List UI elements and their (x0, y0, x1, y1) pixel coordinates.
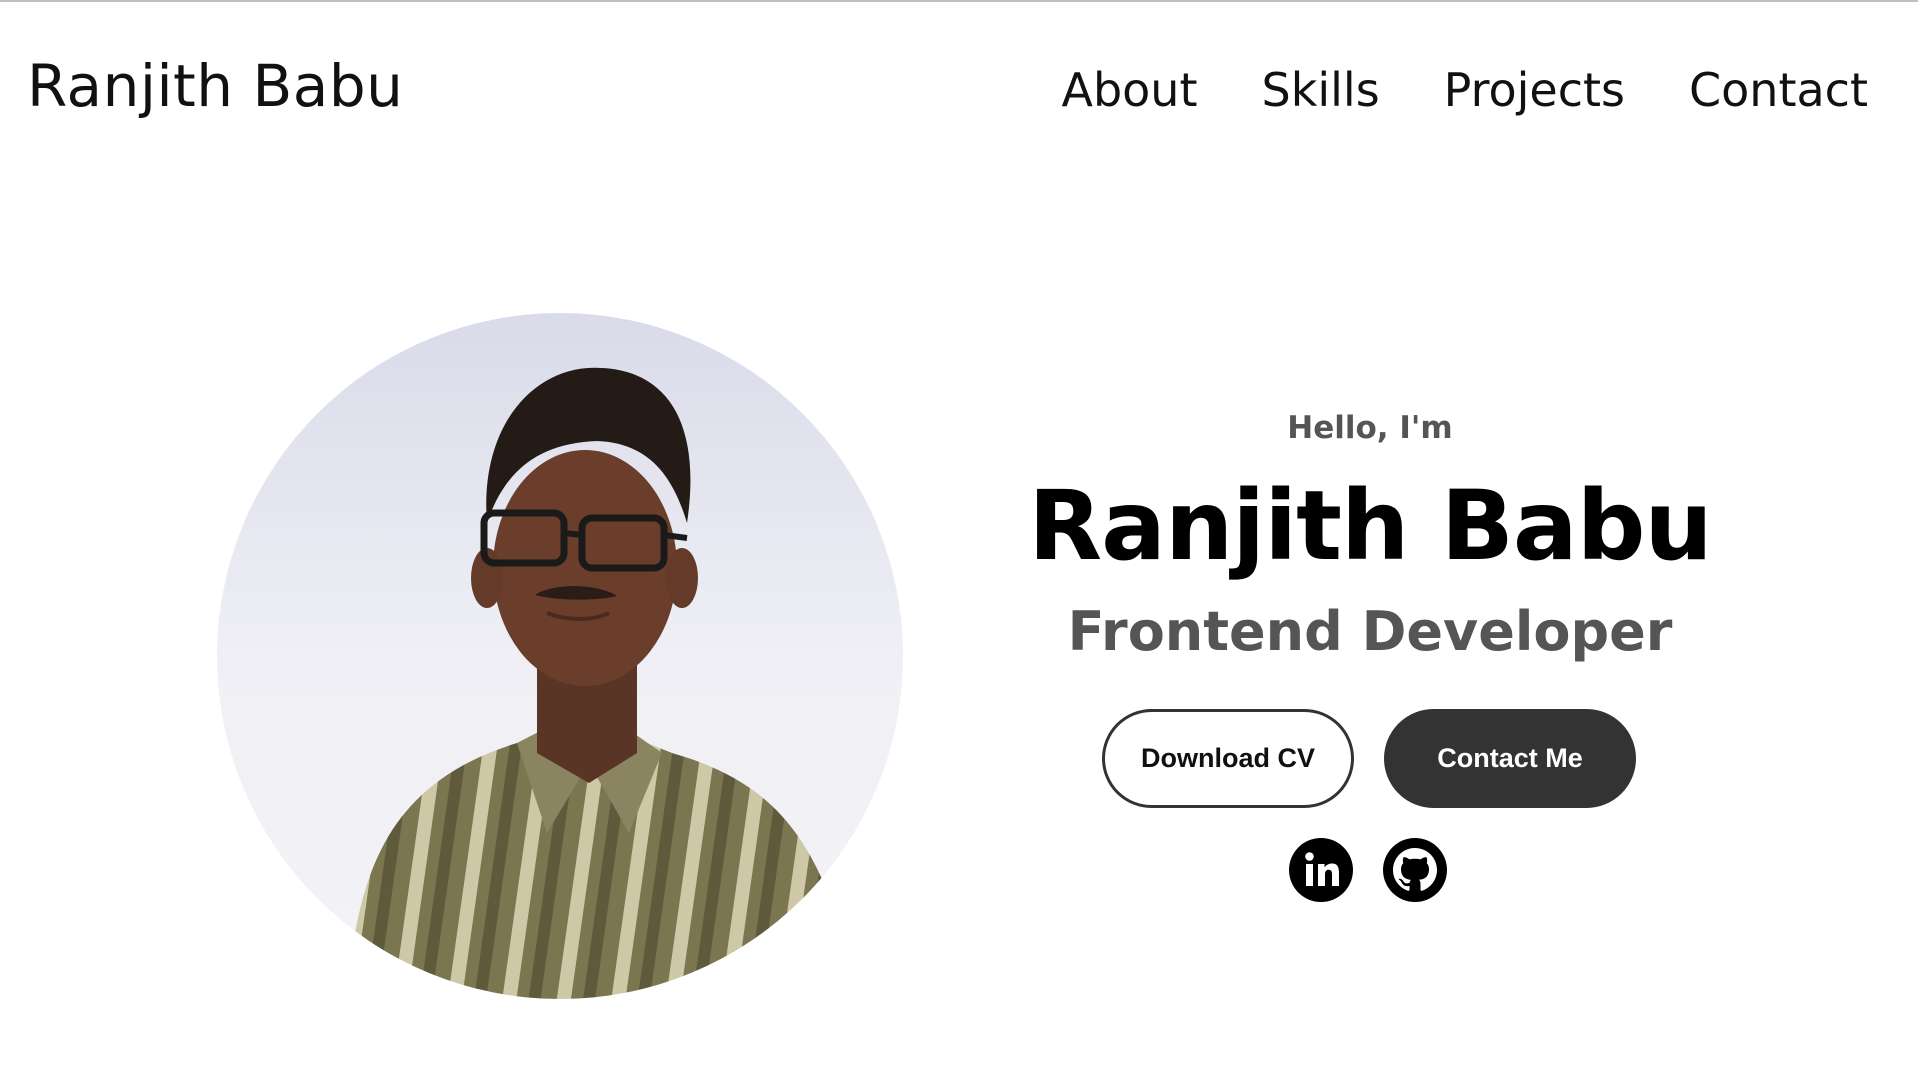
contact-me-button[interactable]: Contact Me (1384, 709, 1636, 808)
github-icon[interactable] (1383, 838, 1447, 902)
nav-link-skills[interactable]: Skills (1262, 63, 1380, 117)
site-logo[interactable]: Ranjith Babu (27, 52, 403, 120)
hero-name: Ranjith Babu (1028, 470, 1713, 582)
main-nav: About Skills Projects Contact (1062, 63, 1869, 117)
download-cv-button[interactable]: Download CV (1102, 709, 1354, 808)
linkedin-icon[interactable] (1289, 838, 1353, 902)
nav-link-contact[interactable]: Contact (1689, 63, 1868, 117)
portfolio-page: Ranjith Babu About Skills Projects Conta… (0, 0, 1918, 1079)
nav-link-about[interactable]: About (1062, 63, 1198, 117)
top-border (0, 0, 1918, 2)
nav-link-projects[interactable]: Projects (1444, 63, 1625, 117)
hero-role: Frontend Developer (1067, 600, 1673, 663)
profile-photo (217, 313, 903, 999)
greeting-text: Hello, I'm (1287, 410, 1453, 446)
